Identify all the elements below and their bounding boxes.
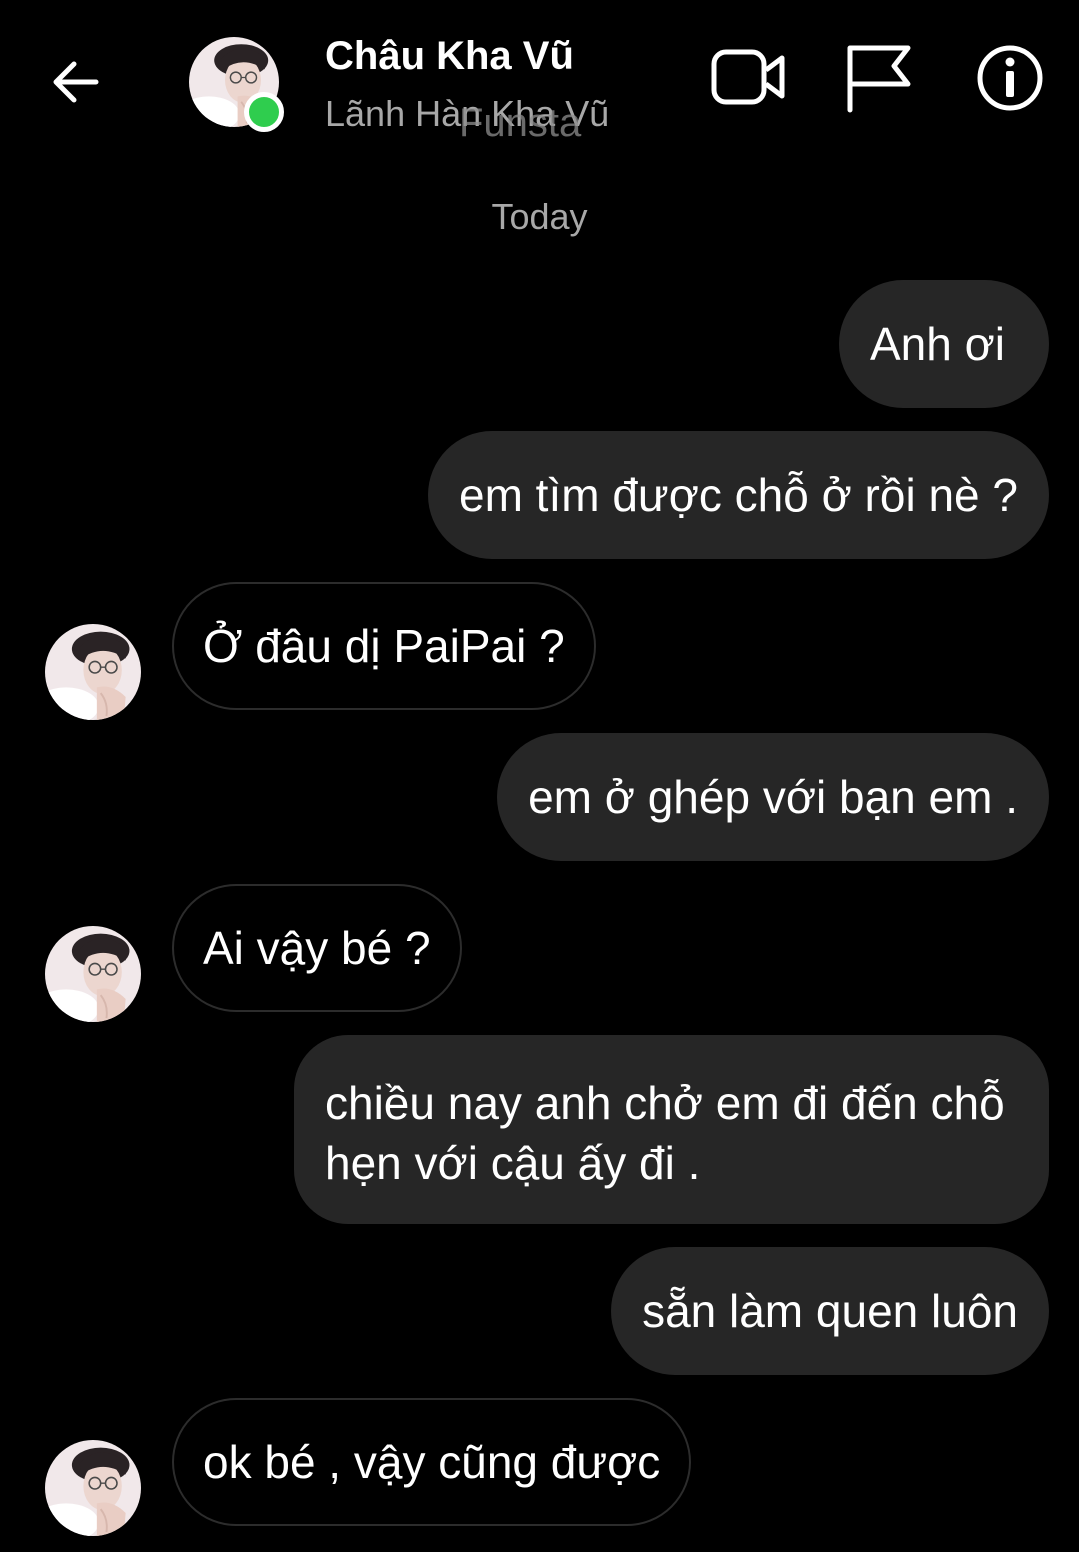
info-icon	[977, 45, 1043, 111]
video-call-icon	[711, 49, 785, 105]
sent-message-bubble[interactable]: em ở ghép với bạn em .	[497, 733, 1049, 861]
chat-header: Châu Kha Vũ Lãnh Hàn Kha Vũ Funsta	[0, 0, 1079, 160]
watermark-overlay-text: Funsta	[459, 101, 582, 145]
avatar-photo	[45, 1440, 141, 1536]
avatar-photo	[45, 624, 141, 720]
sent-message-bubble[interactable]: sẵn làm quen luôn	[611, 1247, 1049, 1375]
date-separator: Today	[491, 196, 588, 237]
sent-message-bubble[interactable]: chiều nay anh chở em đi đến chỗ hẹn với …	[294, 1035, 1049, 1224]
online-status-dot	[244, 92, 284, 132]
sender-avatar[interactable]	[45, 926, 141, 1022]
sender-avatar[interactable]	[45, 1440, 141, 1536]
avatar-photo	[45, 926, 141, 1022]
back-arrow-icon	[53, 61, 99, 103]
sender-avatar[interactable]	[45, 624, 141, 720]
received-message-bubble[interactable]: Ở đâu dị PaiPai ?	[172, 582, 596, 710]
info-button[interactable]	[972, 40, 1048, 116]
back-button[interactable]	[46, 52, 106, 112]
sent-message-bubble[interactable]: Anh ơi	[838, 280, 1049, 408]
contact-name[interactable]: Châu Kha Vũ	[325, 34, 574, 79]
report-flag-button[interactable]	[840, 40, 916, 116]
received-message-bubble[interactable]: ok bé , vậy cũng được	[172, 1398, 692, 1526]
sent-message-bubble[interactable]: em tìm được chỗ ở rồi nè ?	[428, 431, 1049, 559]
flag-icon	[847, 45, 911, 113]
video-call-button[interactable]	[710, 40, 786, 116]
received-message-bubble[interactable]: Ai vậy bé ?	[172, 884, 462, 1012]
